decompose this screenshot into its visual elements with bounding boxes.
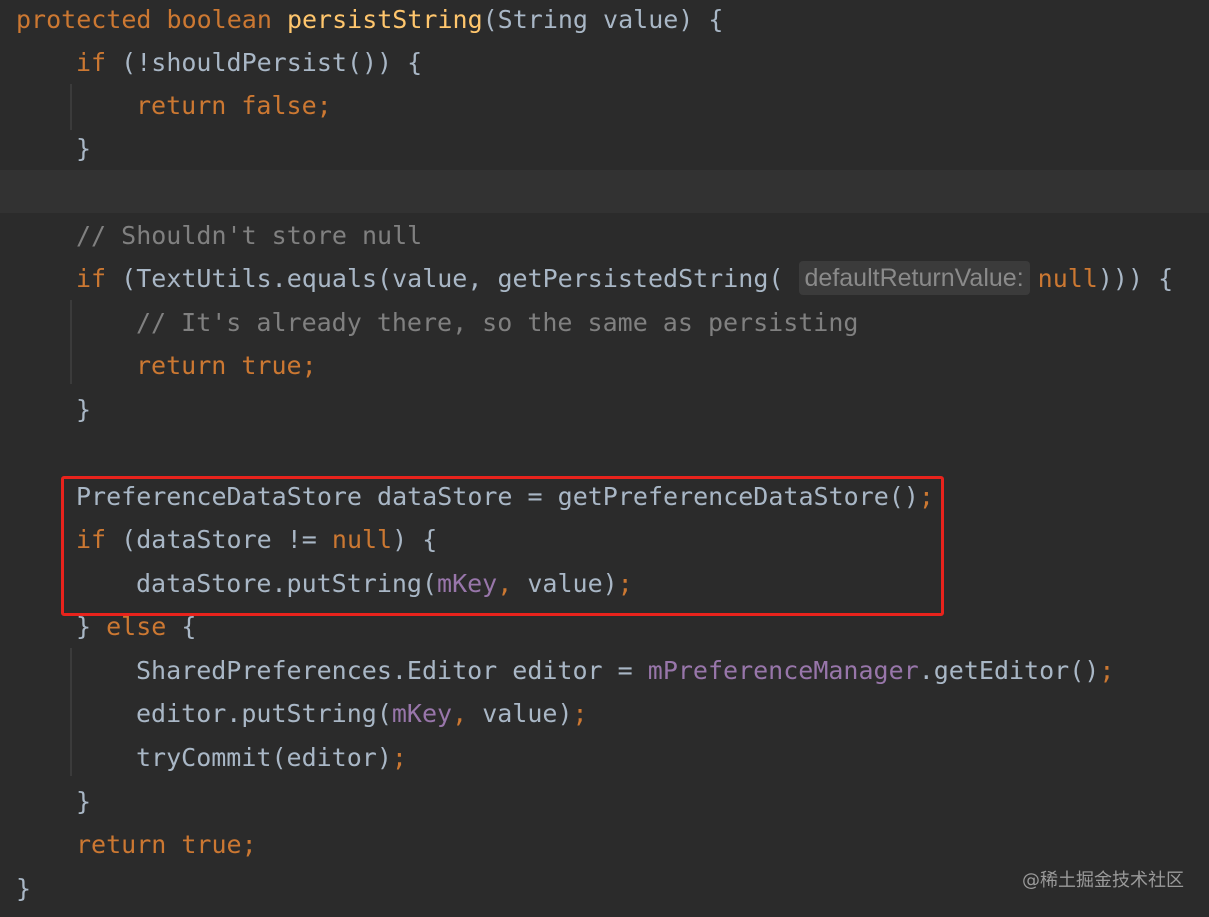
code-line-16[interactable]: SharedPreferences.Editor editor = mPrefe… <box>136 649 1114 692</box>
keyword-return: return <box>136 91 227 120</box>
keyword-null: null <box>1037 264 1098 293</box>
get-editor-call: .getEditor() <box>918 656 1100 685</box>
indent-guide <box>70 648 72 776</box>
field-mpreferencemanager: mPreferenceManager <box>647 656 919 685</box>
keyword-false: false <box>241 91 317 120</box>
comma: , <box>452 699 468 728</box>
get-persisted-string-call: getPersistedString( <box>497 264 784 293</box>
semicolon: ; <box>241 830 257 859</box>
semicolon: ; <box>1099 656 1115 685</box>
keyword-else: else <box>106 612 167 641</box>
keyword-true: true <box>181 830 242 859</box>
code-line-9[interactable]: return true; <box>136 344 317 387</box>
closing-brace: } <box>76 787 92 816</box>
code-editor[interactable]: protected boolean persistString(String v… <box>0 0 1209 917</box>
indent-guide <box>70 300 72 384</box>
closing-brace: } <box>76 134 92 163</box>
method-name: persistString <box>286 5 483 34</box>
try-commit-call: tryCommit(editor) <box>136 743 392 772</box>
code-line-3[interactable]: return false; <box>136 84 332 127</box>
closing-brace: } <box>76 395 92 424</box>
code-line-2[interactable]: if (!shouldPersist()) { <box>76 41 422 84</box>
code-line-10[interactable]: } <box>76 388 91 431</box>
value-arg: value) <box>467 699 573 728</box>
highlight-box <box>61 476 944 616</box>
code-line-1[interactable]: protected boolean persistString(String v… <box>16 0 723 41</box>
closing-parens: ))) { <box>1097 264 1174 293</box>
comment: // It's already there, so the same as pe… <box>136 308 859 337</box>
keyword-protected: protected <box>16 5 152 34</box>
editor-declaration: SharedPreferences.Editor editor = <box>136 656 633 685</box>
keyword-return: return <box>136 351 227 380</box>
semicolon: ; <box>572 699 588 728</box>
code-line-6[interactable]: // Shouldn't store null <box>76 214 422 257</box>
code-line-7[interactable]: if (TextUtils.equals(value, getPersisted… <box>76 257 1173 300</box>
code-line-17[interactable]: editor.putString(mKey, value); <box>136 692 588 735</box>
semicolon: ; <box>316 91 332 120</box>
keyword-boolean: boolean <box>166 5 272 34</box>
equals-call: (TextUtils.equals(value, <box>121 264 483 293</box>
code-line-20[interactable]: return true; <box>76 823 257 866</box>
if-condition: (!shouldPersist()) { <box>121 48 423 77</box>
code-line-8[interactable]: // It's already there, so the same as pe… <box>136 301 858 344</box>
semicolon: ; <box>301 351 317 380</box>
put-string-call: editor.putString( <box>136 699 392 728</box>
field-mkey: mKey <box>391 699 453 728</box>
else-open-brace: { <box>181 612 197 641</box>
closing-brace: } <box>16 874 32 903</box>
method-params: (String value) { <box>482 5 724 34</box>
closing-brace: } <box>76 612 92 641</box>
keyword-if: if <box>76 48 107 77</box>
code-line-18[interactable]: tryCommit(editor); <box>136 736 407 779</box>
code-line-21[interactable]: } <box>16 867 31 910</box>
indent-guide <box>70 84 72 130</box>
keyword-true: true <box>241 351 302 380</box>
parameter-hint: defaultReturnValue: <box>798 261 1030 295</box>
semicolon: ; <box>391 743 407 772</box>
current-line-highlight <box>0 170 1209 213</box>
code-line-19[interactable]: } <box>76 780 91 823</box>
comment: // Shouldn't store null <box>76 221 423 250</box>
watermark: @稀土掘金技术社区 <box>1022 870 1184 891</box>
keyword-if: if <box>76 264 107 293</box>
keyword-return: return <box>76 830 167 859</box>
code-line-4[interactable]: } <box>76 127 91 170</box>
